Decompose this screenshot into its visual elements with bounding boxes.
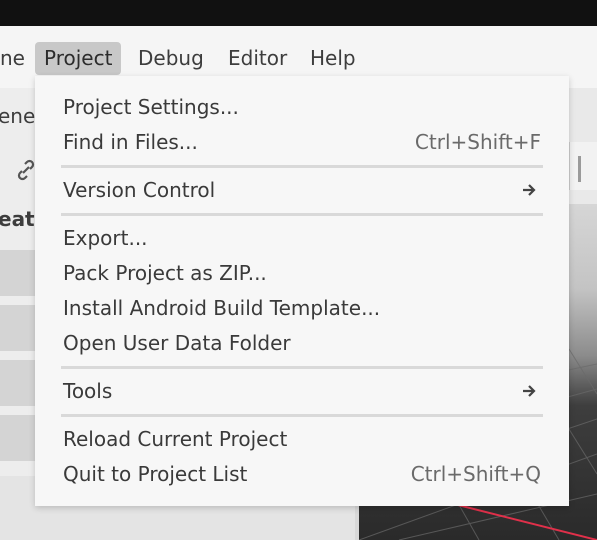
menu-item-label: Version Control bbox=[63, 178, 216, 202]
menu-item-install-android-template[interactable]: Install Android Build Template... bbox=[63, 291, 541, 326]
menu-item-export[interactable]: Export... bbox=[63, 221, 541, 256]
menu-item-label: Export... bbox=[63, 226, 148, 250]
menu-item-quit-to-project-list[interactable]: Quit to Project List Ctrl+Shift+Q bbox=[63, 457, 541, 492]
menu-item-version-control[interactable]: Version Control bbox=[63, 173, 541, 208]
menu-item-label: Quit to Project List bbox=[63, 462, 248, 486]
menu-item-pack-zip[interactable]: Pack Project as ZIP... bbox=[63, 256, 541, 291]
root-node-button-3[interactable] bbox=[0, 360, 40, 406]
menu-item-project-settings[interactable]: Project Settings... bbox=[63, 90, 541, 125]
menu-editor[interactable]: Editor bbox=[219, 42, 296, 75]
menu-item-label: Pack Project as ZIP... bbox=[63, 261, 267, 285]
menu-item-open-user-data[interactable]: Open User Data Folder bbox=[63, 326, 541, 361]
menu-item-tools[interactable]: Tools bbox=[63, 374, 541, 409]
menu-debug[interactable]: Debug bbox=[129, 42, 213, 75]
menu-item-label: Project Settings... bbox=[63, 95, 239, 119]
menu-project[interactable]: Project bbox=[35, 42, 122, 75]
menu-item-label: Find in Files... bbox=[63, 130, 198, 154]
window-titlebar bbox=[0, 0, 597, 26]
menu-item-shortcut: Ctrl+Shift+Q bbox=[410, 462, 541, 486]
menu-separator bbox=[61, 414, 543, 417]
menu-item-label: Reload Current Project bbox=[63, 427, 288, 451]
menu-separator bbox=[61, 366, 543, 369]
project-menu-popup: Project Settings... Find in Files... Ctr… bbox=[35, 76, 569, 506]
viewport-toolbar bbox=[569, 142, 597, 190]
menu-scene[interactable]: ne bbox=[0, 42, 34, 75]
menu-separator bbox=[61, 165, 543, 168]
menu-item-label: Tools bbox=[63, 379, 113, 403]
root-node-button-1[interactable] bbox=[0, 250, 40, 296]
menu-separator bbox=[61, 213, 543, 216]
menu-item-shortcut: Ctrl+Shift+F bbox=[414, 130, 541, 154]
toolbar-separator bbox=[578, 156, 581, 182]
menu-item-reload-project[interactable]: Reload Current Project bbox=[63, 422, 541, 457]
menu-item-find-in-files[interactable]: Find in Files... Ctrl+Shift+F bbox=[63, 125, 541, 160]
dock-tab-label[interactable]: ene bbox=[0, 104, 35, 128]
menu-help[interactable]: Help bbox=[301, 42, 365, 75]
submenu-arrow-icon bbox=[521, 383, 537, 399]
submenu-arrow-icon bbox=[521, 182, 537, 198]
root-node-button-4[interactable] bbox=[0, 415, 40, 461]
root-node-button-2[interactable] bbox=[0, 305, 40, 351]
menu-item-label: Open User Data Folder bbox=[63, 331, 291, 355]
menu-item-label: Install Android Build Template... bbox=[63, 296, 381, 320]
